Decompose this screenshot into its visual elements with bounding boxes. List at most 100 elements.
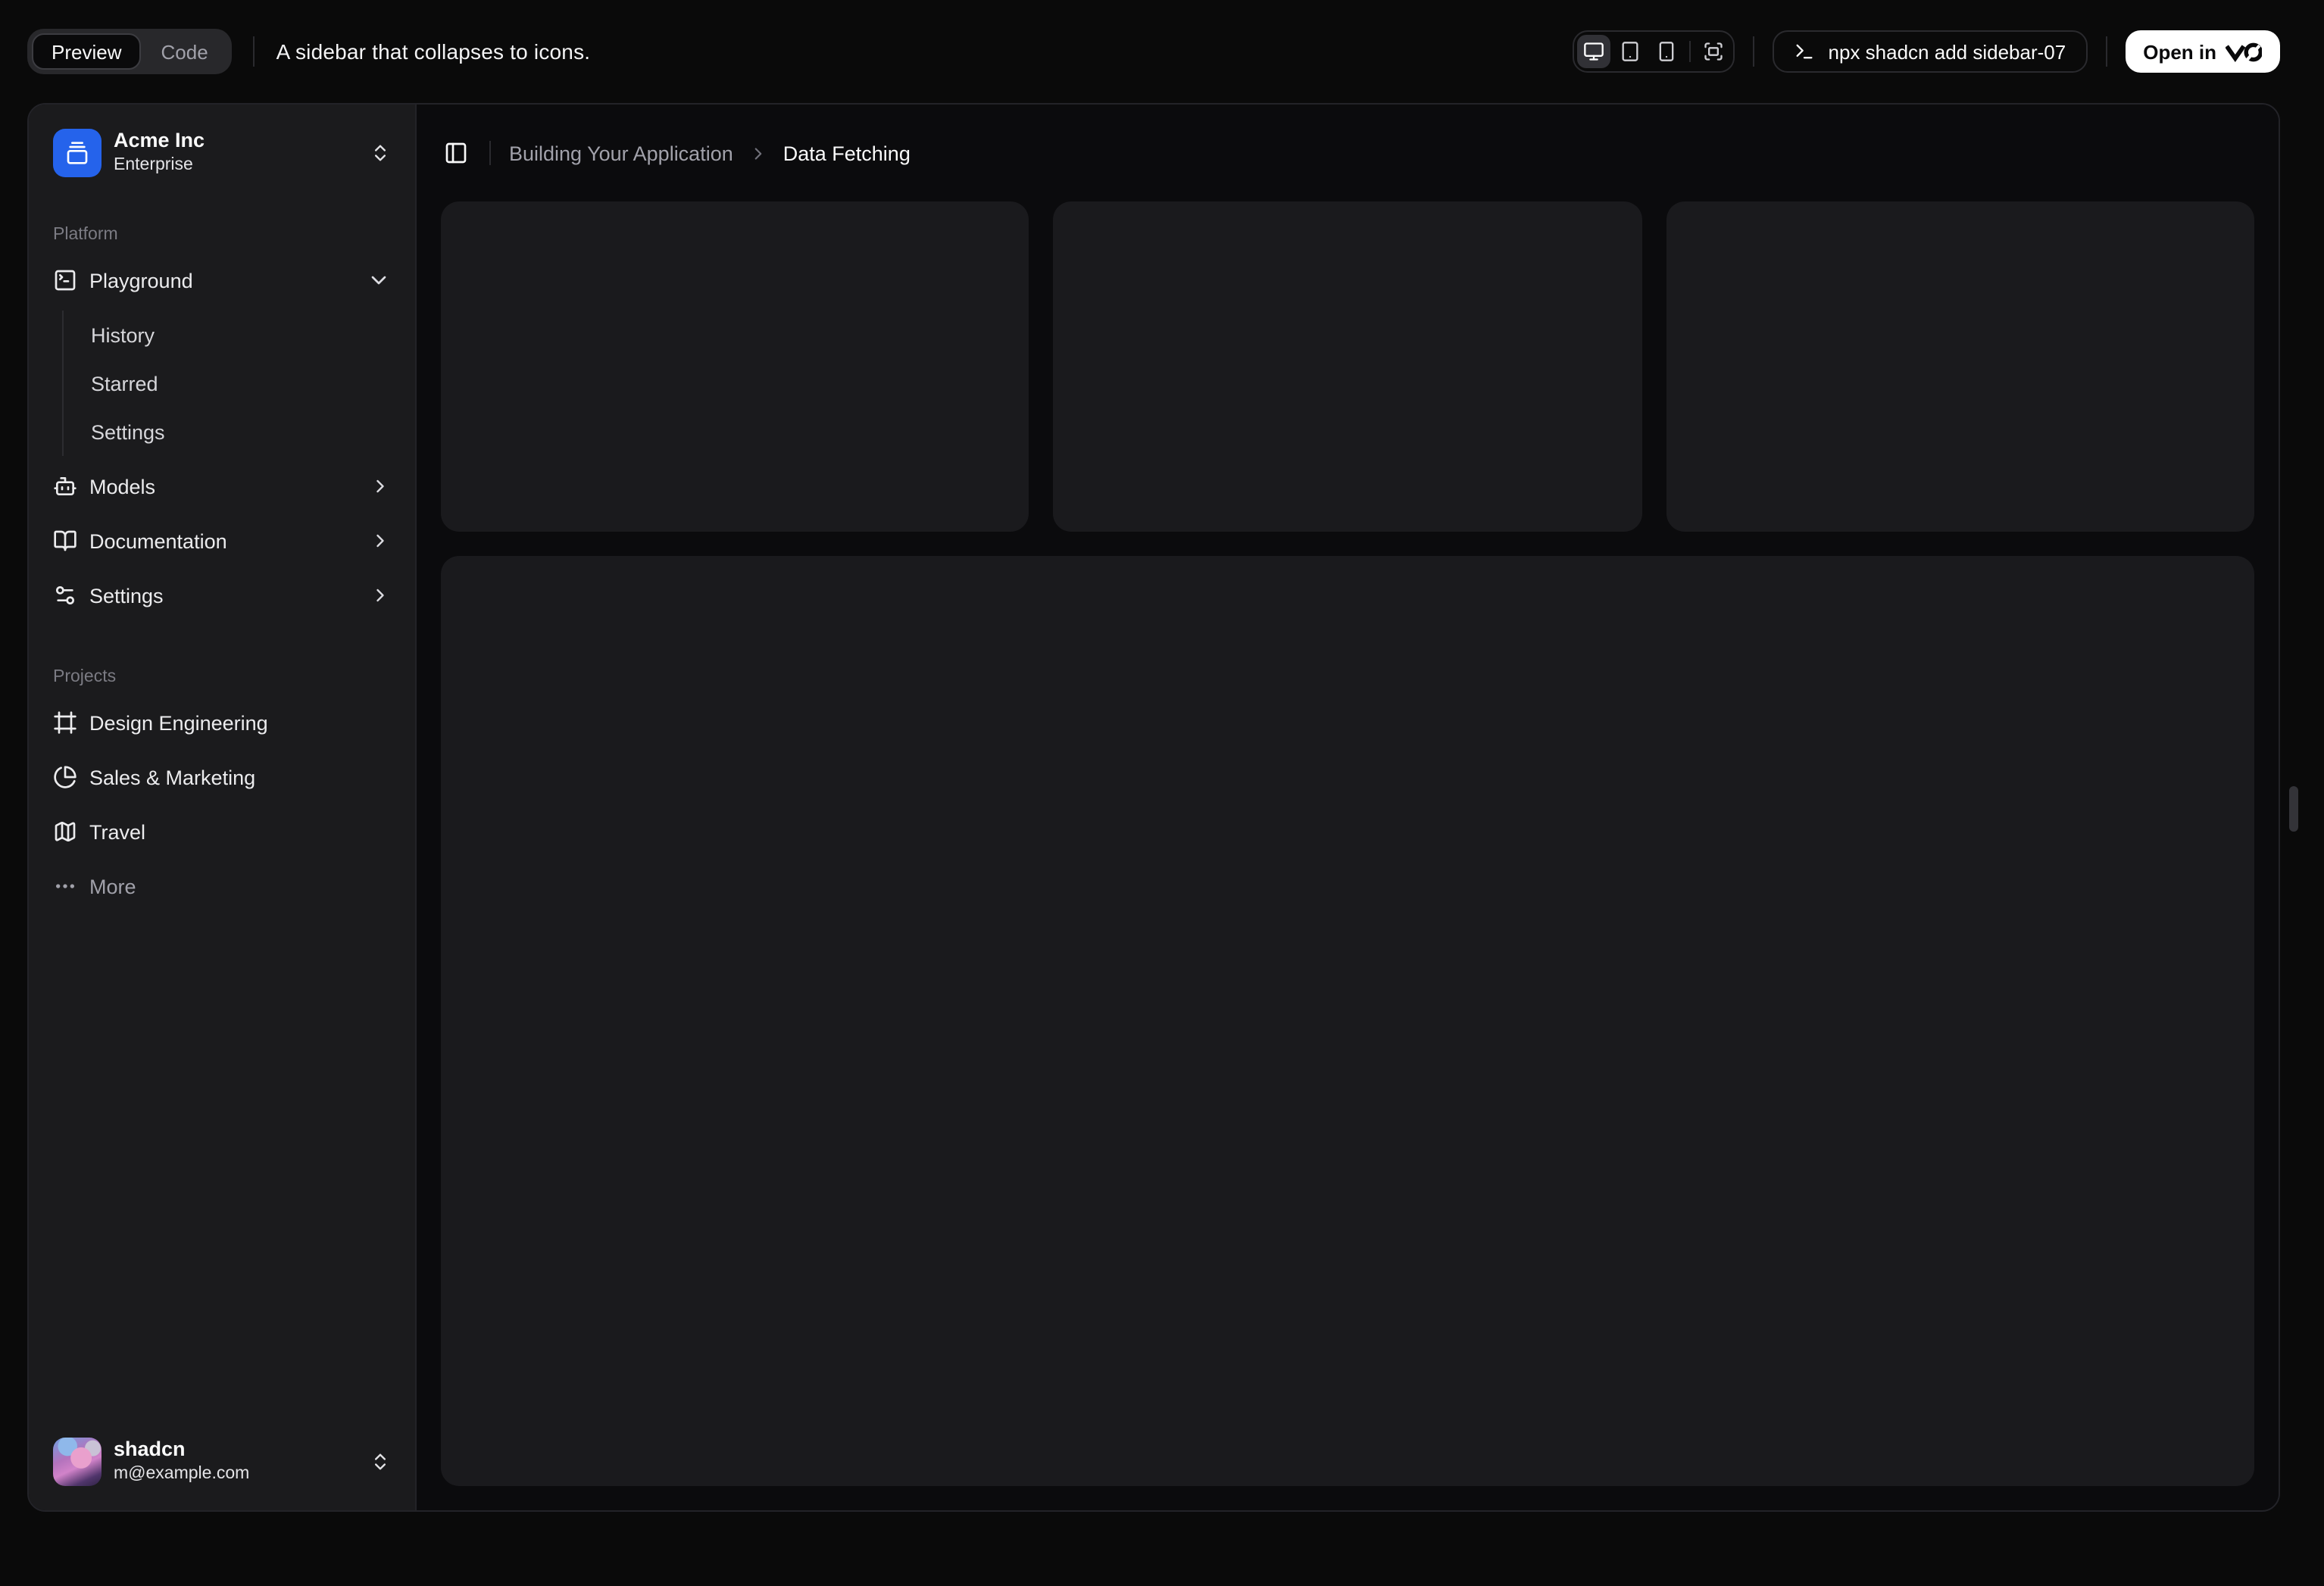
terminal-icon [1796, 44, 1813, 59]
chevron-right-icon [754, 147, 762, 159]
ellipsis-icon [56, 884, 74, 888]
chevron-right-icon [376, 589, 384, 602]
fullscreen-icon [1704, 42, 1723, 61]
sidebar-item-more[interactable]: More [41, 862, 403, 910]
tab-code[interactable]: Code [142, 33, 228, 70]
breadcrumb-separator [748, 143, 768, 163]
device-toggle-group [1572, 30, 1735, 73]
chevrons-up-down-icon [375, 1453, 386, 1470]
pie-chart-icon [54, 766, 77, 788]
app-sidebar: Acme Inc Enterprise Platform Playground … [29, 105, 417, 1510]
tab-preview[interactable]: Preview [32, 33, 142, 70]
sidebar-item-label: Playground [89, 269, 193, 292]
toolbar-divider [253, 36, 255, 67]
playground-submenu-wrap: History Starred Settings [41, 311, 403, 456]
panel-left-icon [445, 142, 467, 164]
user-info: shadcn m@example.com [114, 1438, 249, 1486]
breadcrumb: Building Your Application Data Fetching [509, 142, 911, 164]
device-group-divider [1688, 41, 1691, 62]
toolbar-right: npx shadcn add sidebar-07 Open in [1572, 30, 2280, 73]
sidebar-footer: shadcn m@example.com [41, 1425, 403, 1498]
sidebar-subitem-settings[interactable]: Settings [79, 411, 403, 453]
sidebar-item-playground[interactable]: Playground [41, 256, 403, 304]
sidebar-item-label: Settings [89, 584, 164, 607]
toolbar-divider [1752, 36, 1754, 67]
fullscreen-button[interactable] [1697, 35, 1730, 68]
sidebar-group-platform: Platform Playground History Starred Sett… [41, 201, 403, 632]
user-menu-button[interactable]: shadcn m@example.com [41, 1425, 403, 1498]
sidebar-item-documentation[interactable]: Documentation [41, 517, 403, 565]
chevron-right-icon [376, 534, 384, 548]
sidebar-item-label: More [89, 875, 136, 898]
sidebar-content: Platform Playground History Starred Sett… [41, 201, 403, 1425]
user-name: shadcn [114, 1438, 186, 1461]
platform-menu: Playground History Starred Settings Mode… [41, 256, 403, 620]
command-text: npx shadcn add sidebar-07 [1828, 40, 2066, 63]
user-avatar [53, 1438, 102, 1486]
main-content: Building Your Application Data Fetching [417, 105, 2279, 1510]
chevron-right-icon [376, 479, 384, 493]
chevrons-up-down-icon [375, 145, 386, 161]
v0-logo [2226, 42, 2262, 61]
sidebar-toggle-button[interactable] [435, 132, 477, 174]
breadcrumb-section[interactable]: Building Your Application [509, 142, 733, 164]
breadcrumb-page: Data Fetching [782, 142, 911, 164]
page-scrollbar-thumb[interactable] [2289, 786, 2298, 832]
sidebar-item-label: Design Engineering [89, 711, 268, 734]
sidebar-subitem-history[interactable]: History [79, 314, 403, 356]
block-description: A sidebar that collapses to icons. [276, 39, 591, 64]
settings-sliders-icon [56, 586, 74, 604]
placeholder-card [1666, 201, 2254, 532]
sidebar-item-design-engineering[interactable]: Design Engineering [41, 698, 403, 747]
view-toggle-group: Preview Code [27, 29, 233, 74]
block-preview-page: Preview Code A sidebar that collapses to… [0, 0, 2324, 1586]
team-info: Acme Inc Enterprise [114, 130, 205, 177]
terminal-square-icon [55, 270, 76, 291]
tablet-icon [1622, 42, 1638, 61]
content-body [417, 201, 2279, 1510]
team-plan: Enterprise [114, 156, 193, 175]
team-name: Acme Inc [114, 129, 205, 152]
header-divider [489, 141, 491, 165]
sidebar-item-label: Travel [89, 820, 146, 843]
sidebar-subitem-starred[interactable]: Starred [79, 362, 403, 404]
sidebar-group-projects: Projects Design Engineering Sales & Mark… [41, 644, 403, 923]
gallery-vertical-end-icon [67, 142, 88, 164]
sidebar-item-label: Documentation [89, 529, 227, 552]
group-label: Platform [53, 226, 118, 244]
sidebar-item-label: Models [89, 475, 156, 498]
projects-menu: Design Engineering Sales & Marketing Tra… [41, 698, 403, 910]
smartphone-icon [1659, 42, 1673, 61]
preview-toolbar: Preview Code A sidebar that collapses to… [0, 0, 2324, 103]
sidebar-item-sales-marketing[interactable]: Sales & Marketing [41, 753, 403, 801]
desktop-view-button[interactable] [1576, 35, 1610, 68]
chevron-down-icon [371, 276, 386, 285]
sidebar-item-travel[interactable]: Travel [41, 807, 403, 856]
open-in-label: Open in [2143, 40, 2216, 63]
placeholder-card [1053, 201, 1642, 532]
map-icon [55, 821, 76, 842]
placeholder-card [441, 201, 1029, 532]
team-switcher-button[interactable]: Acme Inc Enterprise [41, 117, 403, 189]
tablet-view-button[interactable] [1613, 35, 1647, 68]
sidebar-header: Acme Inc Enterprise [41, 117, 403, 189]
playground-submenu: History Starred Settings [79, 311, 403, 456]
frame-icon [54, 711, 77, 734]
open-in-v0-button[interactable]: Open in [2125, 30, 2280, 73]
placeholder-grid [441, 201, 2254, 532]
monitor-icon [1583, 42, 1604, 61]
team-logo [53, 129, 102, 177]
sidebar-item-models[interactable]: Models [41, 462, 403, 510]
bot-icon [54, 477, 77, 495]
sidebar-item-label: Sales & Marketing [89, 766, 256, 788]
content-header: Building Your Application Data Fetching [417, 105, 2279, 201]
sidebar-item-settings[interactable]: Settings [41, 571, 403, 620]
toolbar-divider [2105, 36, 2107, 67]
mobile-view-button[interactable] [1650, 35, 1683, 68]
book-open-icon [54, 530, 77, 551]
user-email: m@example.com [114, 1465, 250, 1484]
copy-command-button[interactable]: npx shadcn add sidebar-07 [1772, 30, 2088, 73]
group-label: Projects [53, 668, 117, 686]
preview-frame: Acme Inc Enterprise Platform Playground … [27, 103, 2280, 1512]
placeholder-panel [441, 556, 2254, 1486]
